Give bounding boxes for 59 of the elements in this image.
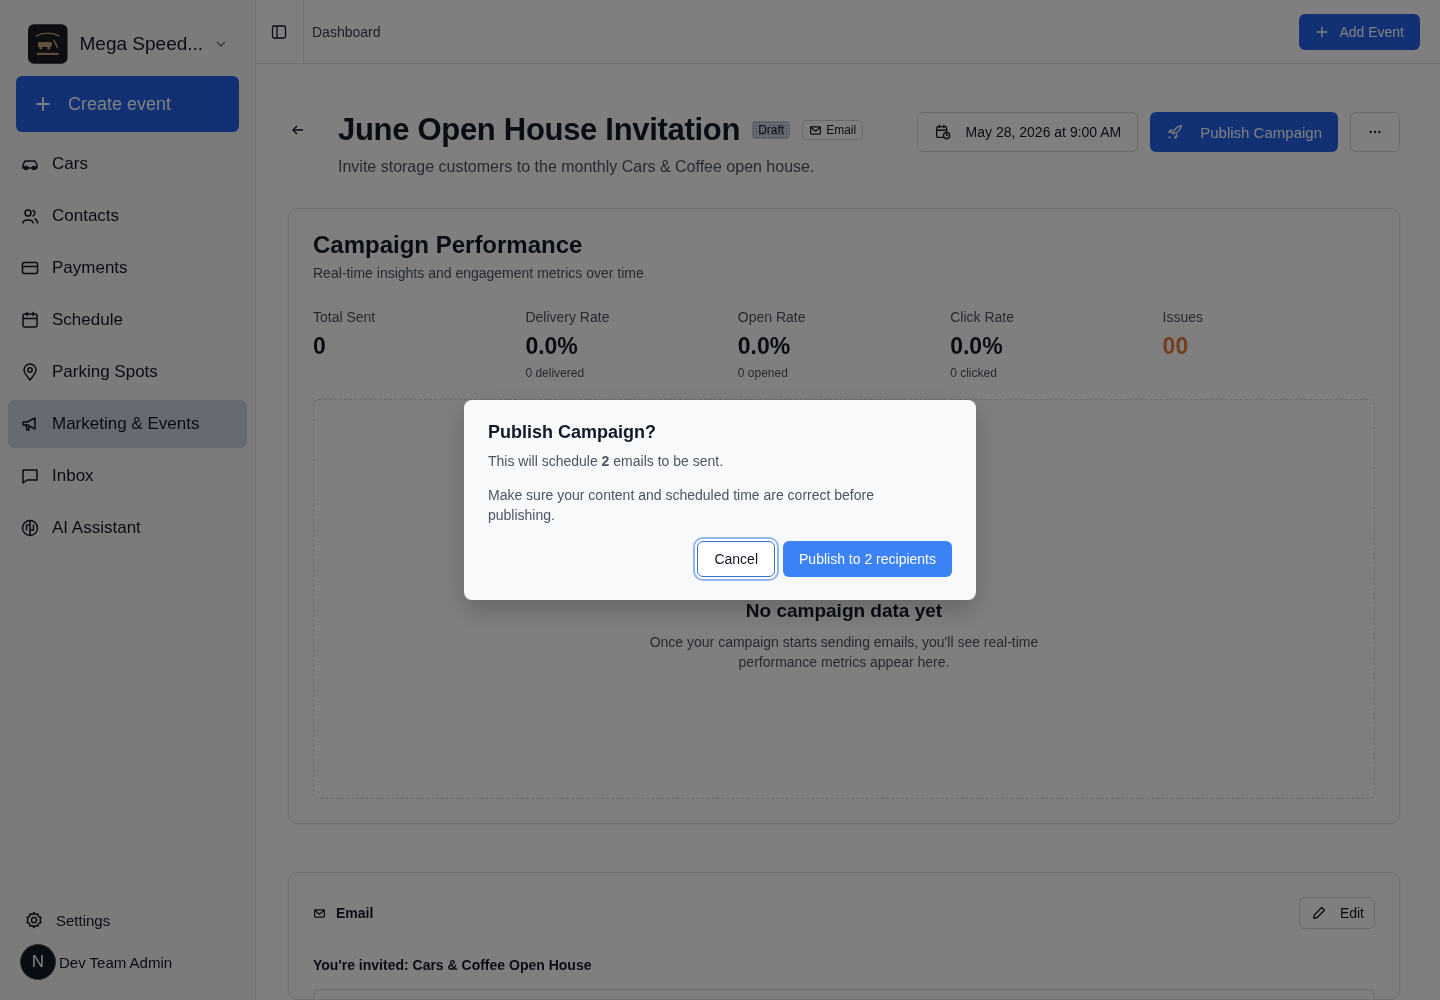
user-name: Dev Team Admin [59, 953, 173, 971]
metric-value: 00 [1162, 333, 1190, 360]
sidebar-toggle-icon[interactable] [271, 23, 287, 40]
workspace-name[interactable]: Mega Speed... [79, 33, 204, 55]
edit-button[interactable]: Edit [1298, 897, 1375, 929]
chat-icon [20, 466, 40, 486]
campaign-title: June Open House Invitation [338, 112, 741, 148]
settings-link[interactable]: Settings [8, 900, 247, 940]
card-title: Campaign Performance [313, 231, 584, 259]
add-event-button[interactable]: Add Event [1299, 13, 1420, 50]
plus-icon [1315, 24, 1330, 39]
nav-item[interactable]: Marketing & Events [8, 400, 247, 448]
calendar-icon [20, 310, 40, 330]
metric-value: 0.0% [525, 333, 579, 360]
more-icon [1368, 130, 1382, 134]
email-heading: Email [313, 905, 374, 921]
metric-label: Total Sent [313, 309, 377, 325]
channel-badge: Email [802, 120, 864, 140]
dialog-title: Publish Campaign? [488, 422, 657, 443]
empty-state-text: Once your campaign starts sending emails, you'll see real-time performance metrics appear here. [648, 633, 1040, 672]
nav-item[interactable]: AI Assistant [8, 504, 247, 552]
metric-value: 0 [313, 333, 327, 360]
empty-state-title: No campaign data yet [745, 600, 943, 622]
metric-value: 0.0% [737, 333, 792, 360]
breadcrumb[interactable]: Dashboard [303, 0, 381, 64]
plus-icon [34, 95, 52, 113]
nav-item[interactable]: Payments [8, 244, 247, 292]
nav-item[interactable]: Inbox [8, 452, 247, 500]
mail-icon [809, 123, 823, 137]
metric-label: Click Rate [950, 309, 1015, 325]
logo-icon [28, 24, 68, 64]
rocket-icon [1166, 123, 1185, 141]
metric-note: 0 clicked [950, 366, 998, 380]
mail-icon [313, 906, 326, 920]
metric-label: Issues [1162, 309, 1205, 325]
metric-label: Open Rate [737, 309, 807, 325]
nav-item[interactable]: Schedule [8, 296, 247, 344]
dialog-note: Make sure your content and scheduled time are correct before publishing. [488, 486, 875, 525]
metric-value: 0.0% [950, 333, 1004, 360]
status-badge: Draft [752, 121, 791, 139]
nav-item[interactable]: Cars [8, 140, 247, 188]
metric-label: Delivery Rate [525, 309, 611, 325]
card-subtitle: Real-time insights and engagement metrics over time [313, 265, 645, 281]
metric-note: 0 delivered [525, 366, 586, 380]
user-avatar[interactable]: N [20, 944, 56, 980]
pin-icon [20, 362, 40, 382]
schedule-button[interactable]: May 28, 2026 at 9:00 AM [916, 112, 1139, 152]
users-icon [20, 206, 40, 226]
publish-campaign-button[interactable]: Publish Campaign [1150, 112, 1338, 152]
metric-note: 0 opened [737, 366, 789, 380]
create-event-button[interactable]: Create event [16, 76, 239, 132]
nav-item[interactable]: Contacts [8, 192, 247, 240]
nav-item[interactable]: Parking Spots [8, 348, 247, 396]
calendar-clock-icon [933, 123, 952, 141]
campaign-description: Invite storage customers to the monthly Cars & Coffee open house. [338, 158, 816, 176]
publish-button[interactable]: Publish to 2 recipients [783, 541, 952, 577]
dialog-message: This will schedule 2 emails to be sent. [488, 452, 725, 471]
settings-icon [24, 910, 44, 930]
email-subject: You're invited: Cars & Coffee Open House [313, 957, 593, 973]
